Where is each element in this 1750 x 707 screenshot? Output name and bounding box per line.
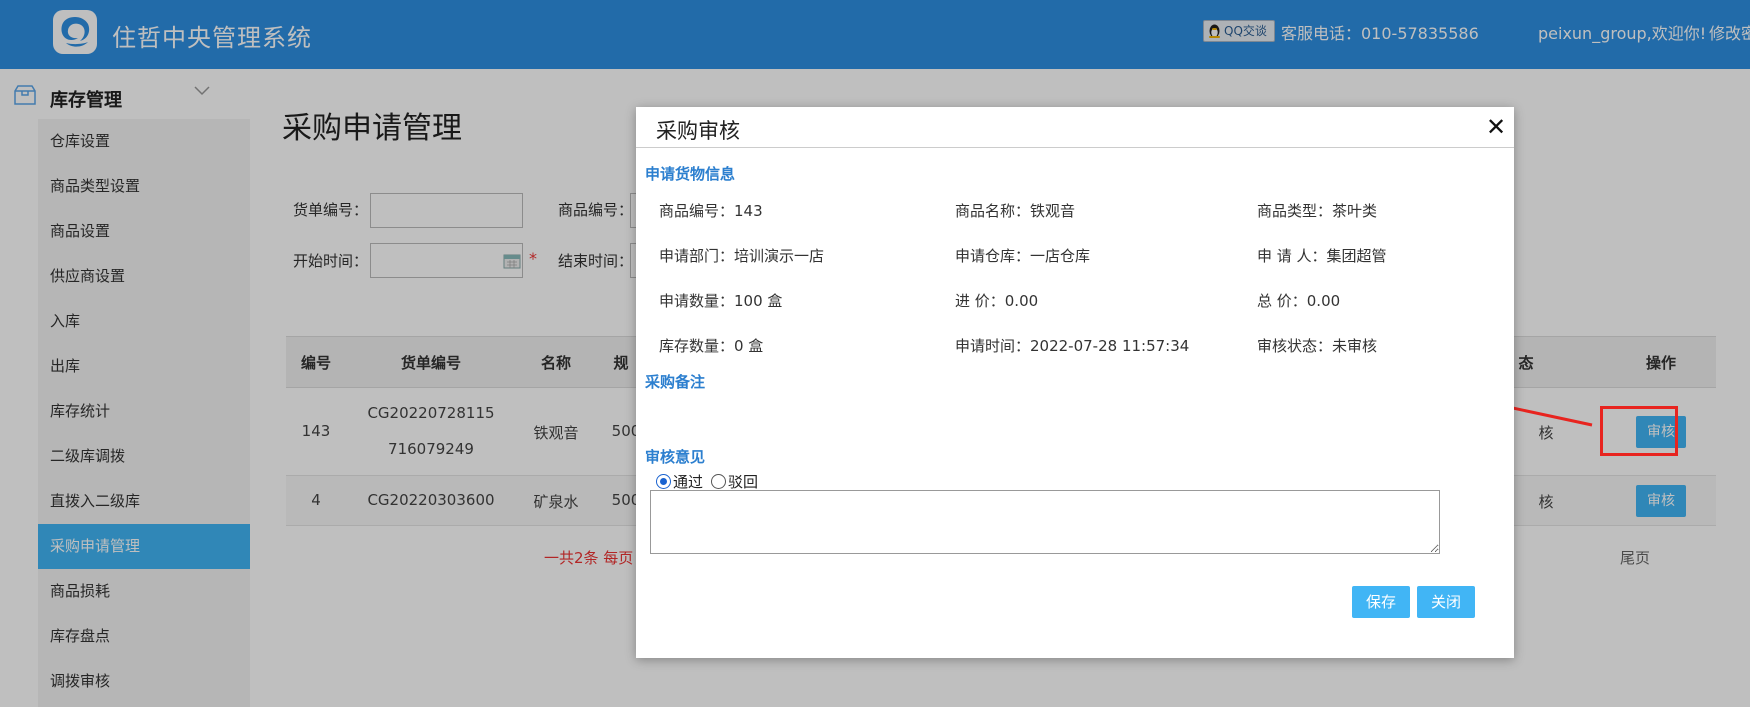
audit-radio-group: 通过 驳回 (656, 471, 758, 492)
field-price: 进 价：0.00 (955, 292, 1039, 310)
audit-opinion-textarea[interactable] (650, 490, 1440, 554)
field-stock: 库存数量：0 盒 (659, 337, 764, 355)
field-apply-time: 申请时间：2022-07-28 11:57:34 (955, 337, 1190, 355)
section-remark: 采购备注 (645, 373, 706, 391)
field-total: 总 价：0.00 (1257, 292, 1341, 310)
purchase-audit-modal: 采购审核 ✕ 申请货物信息 商品编号：143 商品名称：铁观音 商品类型：茶叶类… (636, 107, 1514, 658)
field-audit-status: 审核状态：未审核 (1257, 337, 1378, 355)
field-warehouse: 申请仓库：一店仓库 (955, 247, 1091, 265)
radio-reject[interactable] (711, 474, 727, 489)
field-goods-name: 商品名称：铁观音 (955, 202, 1076, 220)
radio-pass-label: 通过 (673, 473, 704, 491)
field-applicant: 申 请 人：集团超管 (1257, 247, 1387, 265)
modal-divider (636, 147, 1514, 148)
field-goods-type: 商品类型：茶叶类 (1257, 202, 1378, 220)
field-department: 申请部门：培训演示一店 (659, 247, 825, 265)
section-goods-info: 申请货物信息 (645, 165, 736, 183)
field-goods-no: 商品编号：143 (659, 202, 763, 220)
radio-reject-label: 驳回 (728, 473, 759, 491)
save-button[interactable]: 保存 (1352, 586, 1410, 618)
field-quantity: 申请数量：100 盒 (659, 292, 783, 310)
close-button[interactable]: 关闭 (1417, 586, 1475, 618)
section-opinion: 审核意见 (645, 448, 706, 466)
modal-title: 采购审核 (656, 119, 740, 143)
close-icon[interactable]: ✕ (1484, 115, 1508, 139)
radio-pass[interactable] (656, 474, 671, 489)
